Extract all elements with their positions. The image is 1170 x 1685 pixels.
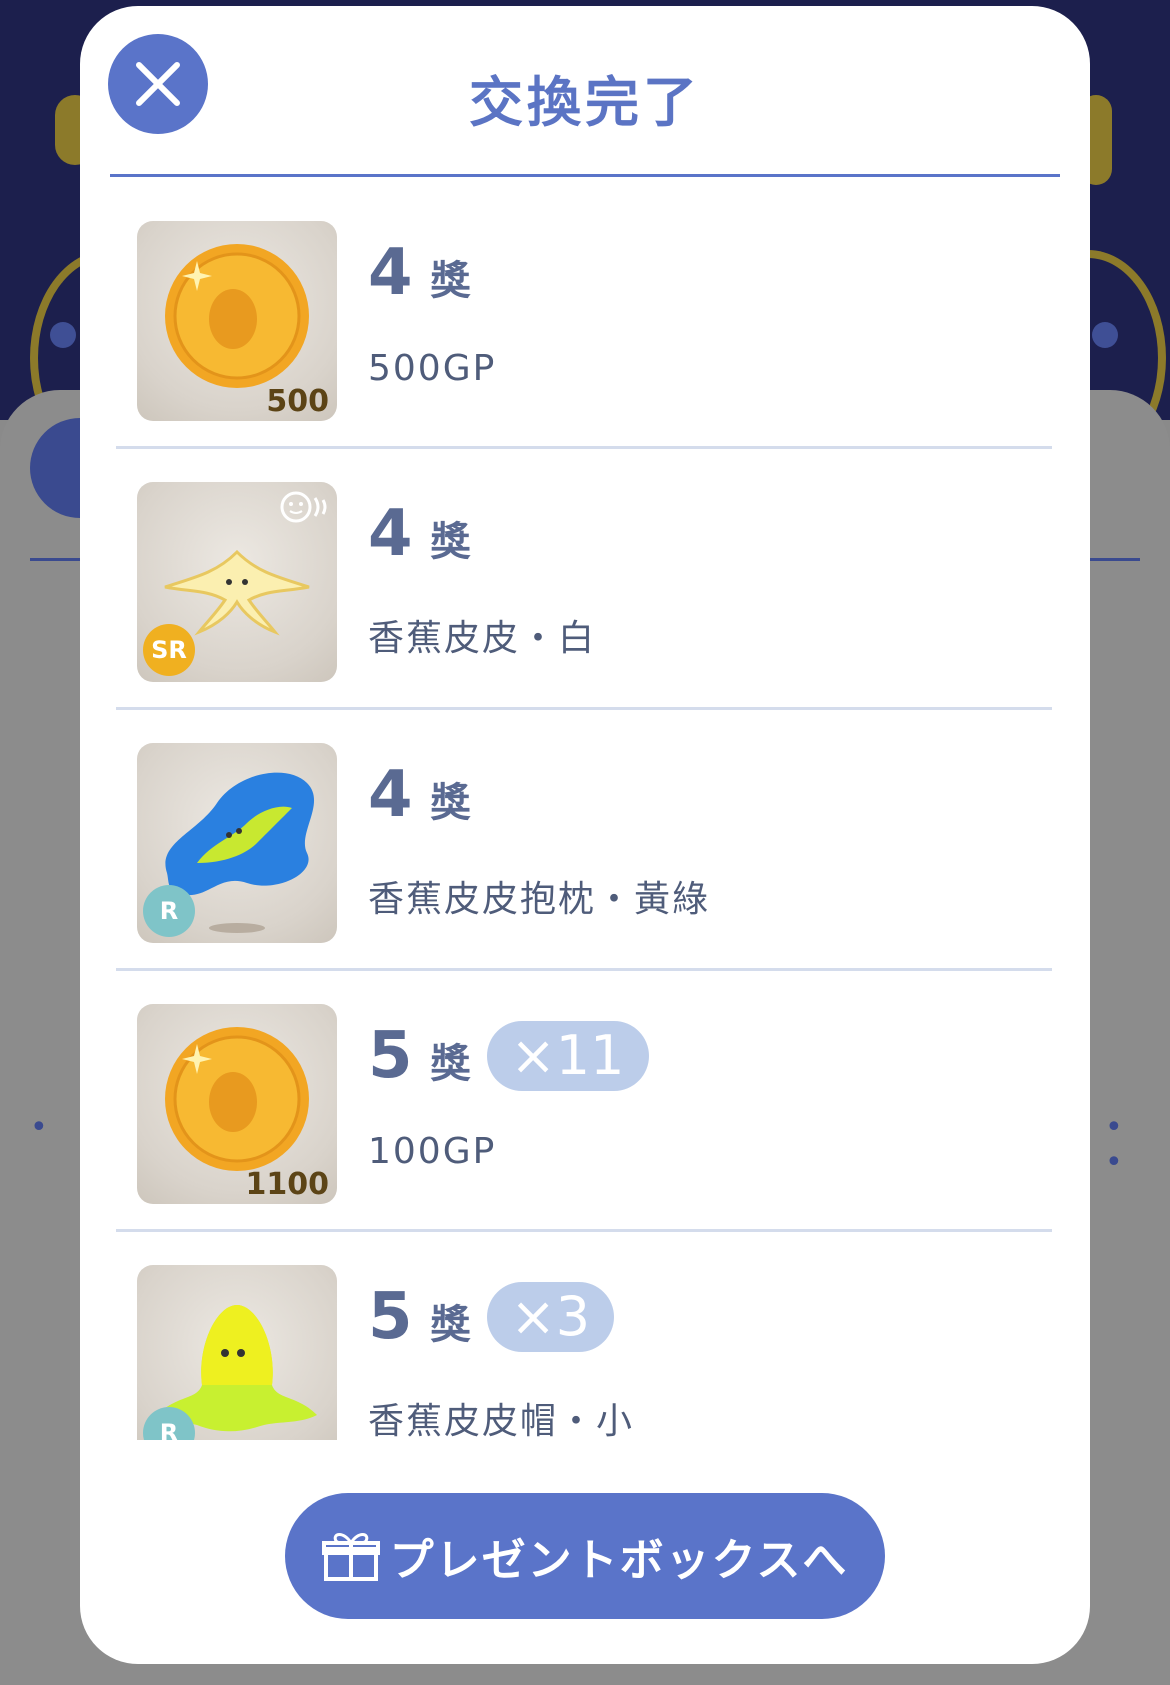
rank-label: 4 獎 bbox=[368, 236, 471, 310]
gold-coin-icon: 1100 bbox=[137, 1004, 337, 1204]
title-divider bbox=[110, 174, 1060, 177]
coin-amount-label: 500 bbox=[266, 384, 329, 419]
reward-row: 500 4 獎 500GP bbox=[116, 188, 1056, 449]
rank-label: 4 獎 bbox=[368, 497, 471, 571]
background-ornament bbox=[50, 322, 76, 348]
rank-suffix: 獎 bbox=[430, 1041, 471, 1087]
item-name: 香蕉皮皮抱枕・黃綠 bbox=[368, 879, 711, 920]
rank-suffix: 獎 bbox=[430, 519, 471, 565]
rank-suffix: 獎 bbox=[430, 1302, 471, 1348]
reward-row: SR 4 獎 香蕉皮皮・白 bbox=[116, 449, 1056, 710]
reward-row: 1100 5 獎 ×11 100GP bbox=[116, 971, 1056, 1232]
reward-row: R 4 獎 香蕉皮皮抱枕・黃綠 bbox=[116, 710, 1056, 971]
background-divider bbox=[1090, 558, 1140, 561]
rank-suffix: 獎 bbox=[430, 258, 471, 304]
item-name: 500GP bbox=[368, 348, 497, 389]
rank-label: 5 獎 ×3 bbox=[368, 1280, 615, 1354]
present-box-button-label: プレゼントボックスへ bbox=[389, 1535, 849, 1586]
rank-label: 4 獎 bbox=[368, 758, 471, 832]
rank-label: 5 獎 ×11 bbox=[368, 1019, 649, 1093]
banana-peel-pillow-icon: R bbox=[137, 743, 337, 943]
quantity-badge: ×11 bbox=[486, 1021, 649, 1091]
rarity-badge: SR bbox=[143, 624, 195, 676]
present-box-button[interactable]: プレゼントボックスへ bbox=[285, 1493, 885, 1619]
rank-number: 5 bbox=[368, 1019, 413, 1093]
item-name: 100GP bbox=[368, 1131, 497, 1172]
rarity-badge: R bbox=[143, 885, 195, 937]
voice-icon bbox=[280, 491, 327, 523]
coin-amount-label: 1100 bbox=[245, 1167, 330, 1202]
rank-suffix: 獎 bbox=[430, 780, 471, 826]
rank-number: 5 bbox=[368, 1280, 413, 1354]
banana-peel-hat-icon: R ×3 bbox=[137, 1265, 337, 1440]
rank-number: 4 bbox=[368, 758, 413, 832]
rank-number: 4 bbox=[368, 236, 413, 310]
exchange-complete-modal: 交換完了 500 4 獎 500GP SR 4 獎 香蕉皮皮・白 R 4 獎 香… bbox=[80, 6, 1090, 1664]
reward-list[interactable]: 500 4 獎 500GP SR 4 獎 香蕉皮皮・白 R 4 獎 香蕉皮皮抱枕… bbox=[116, 188, 1056, 1440]
item-name: 香蕉皮皮・白 bbox=[368, 618, 597, 659]
quantity-badge: ×3 bbox=[486, 1282, 615, 1352]
banana-peel-white-icon: SR bbox=[137, 482, 337, 682]
item-name: 香蕉皮皮帽・小 bbox=[368, 1401, 635, 1440]
modal-title: 交換完了 bbox=[469, 71, 701, 134]
background-ornament bbox=[1092, 322, 1118, 348]
reward-row: R ×3 5 獎 ×3 香蕉皮皮帽・小 bbox=[116, 1232, 1056, 1440]
background-ellipsis: • • bbox=[1105, 1110, 1133, 1180]
gold-coin-icon: 500 bbox=[137, 221, 337, 421]
gift-icon bbox=[321, 1533, 380, 1581]
rank-number: 4 bbox=[368, 497, 413, 571]
